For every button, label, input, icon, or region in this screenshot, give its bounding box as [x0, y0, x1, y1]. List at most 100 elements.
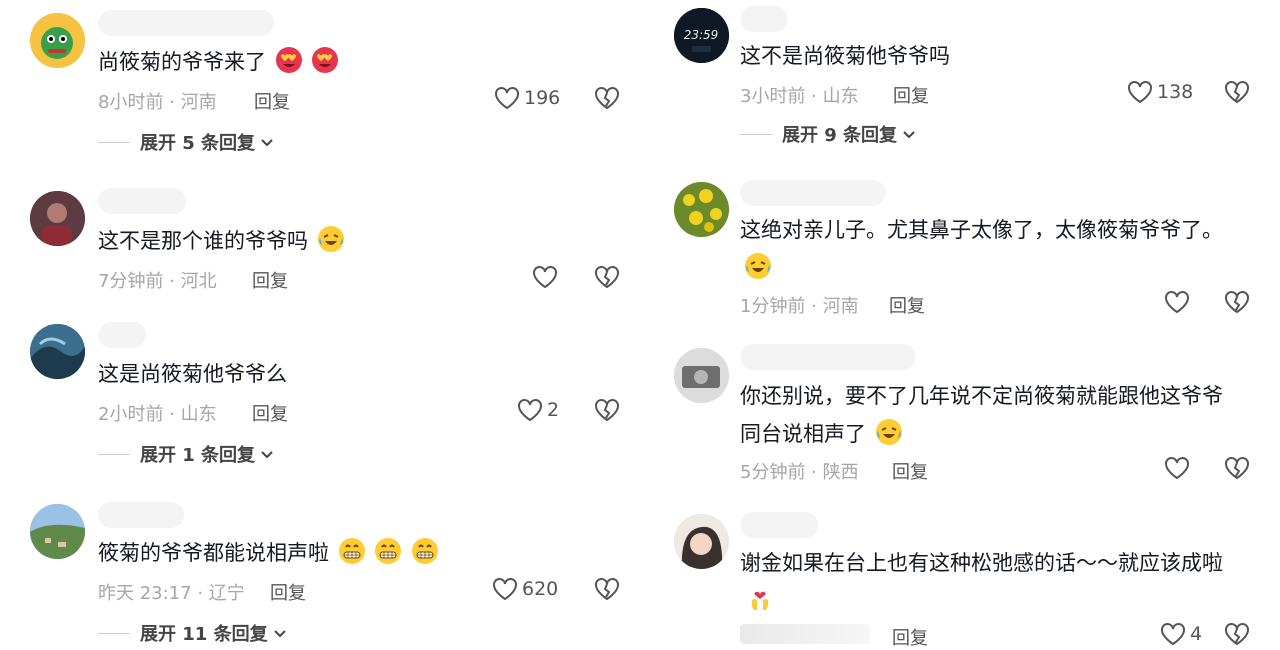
meta-separator: · — [163, 92, 181, 113]
expand-replies[interactable]: 展开 11 条回复 — [98, 620, 288, 646]
dislike-button[interactable] — [594, 86, 620, 110]
broken-heart-icon — [1225, 291, 1249, 314]
expand-replies[interactable]: 展开 9 条回复 — [740, 121, 917, 147]
meta-separator: · — [805, 296, 823, 317]
like-count: 620 — [522, 578, 559, 600]
like-count: 196 — [524, 87, 561, 109]
like-button[interactable] — [1164, 290, 1190, 314]
chevron-down-icon — [903, 131, 915, 139]
expand-replies[interactable]: 展开 5 条回复 — [98, 129, 275, 155]
avatar[interactable] — [30, 324, 85, 379]
avatar[interactable] — [30, 13, 85, 68]
broken-heart-icon — [1225, 457, 1249, 480]
heart-eyes-emoji — [312, 47, 339, 73]
avatar[interactable] — [674, 514, 729, 569]
grin-emoji — [338, 538, 365, 564]
like-count: 2 — [547, 399, 560, 421]
like-button[interactable] — [532, 265, 558, 289]
comment-time: 7分钟前 — [98, 271, 164, 292]
username[interactable] — [98, 502, 184, 528]
reply-button[interactable]: 回复 — [270, 579, 306, 605]
comment-meta: 8小时前 · 河南 — [98, 88, 217, 114]
expand-replies-label: 展开 11 条回复 — [140, 624, 268, 645]
heart-icon — [1165, 291, 1189, 314]
meta-separator: · — [191, 583, 209, 604]
avatar[interactable] — [674, 348, 729, 403]
comment-text: 你还别说，要不了几年说不定尚筱菊就能跟他这爷爷 — [740, 384, 1223, 408]
comment-text: 筱菊的爷爷都能说相声啦 — [98, 535, 439, 571]
comment-location: 河南 — [822, 296, 859, 317]
reply-button[interactable]: 回复 — [893, 82, 929, 108]
username[interactable] — [98, 10, 274, 36]
comment-emoji-line — [742, 252, 772, 280]
like-count: 4 — [1190, 623, 1203, 645]
username[interactable] — [98, 188, 186, 214]
like-button[interactable]: 196 — [494, 86, 560, 110]
avatar[interactable] — [30, 504, 85, 559]
comment-location: 辽宁 — [208, 583, 245, 604]
comment-location: 山东 — [180, 404, 217, 425]
reply-button[interactable]: 回复 — [252, 267, 288, 293]
grin-emoji — [412, 538, 439, 564]
reply-button[interactable]: 回复 — [889, 292, 925, 318]
comment-meta: 3小时前 · 山东 — [740, 82, 859, 108]
comment-location: 陕西 — [822, 462, 859, 483]
chevron-down-icon — [261, 139, 273, 147]
broken-heart-icon — [1225, 81, 1249, 104]
broken-heart-icon — [1225, 623, 1249, 646]
dislike-button[interactable] — [594, 577, 620, 601]
avatar-clock-text: 23:59 — [684, 28, 719, 42]
reply-button[interactable]: 回复 — [254, 88, 290, 114]
heart-eyes-emoji — [275, 47, 302, 73]
chevron-down-icon — [261, 451, 273, 459]
heart-icon — [1128, 81, 1152, 104]
username[interactable] — [98, 322, 146, 348]
comment-item: 这是尚筱菊他爷爷么 2小时前 · 山东 回复 2 展开 1 条回复 — [0, 318, 640, 478]
comment-location: 河南 — [180, 92, 217, 113]
comment-item: 23:59 这不是尚筱菊他爷爷吗 3小时前 · 山东 回复 138 展开 9 条… — [640, 0, 1280, 160]
comment-meta: 2小时前 · 山东 — [98, 400, 217, 426]
meta-separator: · — [163, 404, 181, 425]
reply-button[interactable]: 回复 — [252, 400, 288, 426]
comment-meta: 昨天 23:17 · 辽宁 — [98, 579, 245, 605]
divider — [98, 141, 130, 143]
divider — [98, 632, 130, 634]
dislike-button[interactable] — [594, 265, 620, 289]
like-button[interactable]: 2 — [517, 398, 559, 422]
avatar[interactable] — [674, 182, 729, 237]
like-button[interactable]: 138 — [1127, 80, 1193, 104]
comment-column-right: 23:59 这不是尚筱菊他爷爷吗 3小时前 · 山东 回复 138 展开 9 条… — [640, 0, 1280, 650]
username[interactable] — [740, 6, 788, 32]
comment-item: 尚筱菊的爷爷来了 8小时前 · 河南 回复 196 展开 5 条回复 — [0, 0, 640, 160]
comment-location: 河北 — [180, 271, 217, 292]
broken-heart-icon — [595, 87, 619, 110]
divider — [98, 453, 130, 455]
heart-icon — [1165, 457, 1189, 480]
username[interactable] — [740, 512, 818, 538]
comment-item: 筱菊的爷爷都能说相声啦 昨天 23:17 · 辽宁 回复 620 展开 11 条… — [0, 498, 640, 650]
avatar[interactable]: 23:59 — [674, 8, 729, 63]
reply-button[interactable]: 回复 — [892, 458, 928, 484]
meta-separator: · — [805, 86, 823, 107]
dislike-button[interactable] — [594, 398, 620, 422]
comment-location: 山东 — [822, 86, 859, 107]
divider — [740, 133, 772, 135]
heart-icon — [495, 87, 519, 110]
broken-heart-icon — [595, 266, 619, 289]
like-button[interactable]: 4 — [1160, 622, 1202, 646]
laugh-cry-emoji — [317, 226, 344, 252]
dislike-button[interactable] — [1224, 456, 1250, 480]
expand-replies[interactable]: 展开 1 条回复 — [98, 441, 275, 467]
avatar[interactable] — [30, 191, 85, 246]
comment-item: 你还别说，要不了几年说不定尚筱菊就能跟他这爷爷 同台说相声了 5分钟前 · 陕西… — [640, 342, 1280, 502]
dislike-button[interactable] — [1224, 290, 1250, 314]
like-button[interactable] — [1164, 456, 1190, 480]
username[interactable] — [740, 180, 886, 206]
reply-button[interactable]: 回复 — [892, 624, 928, 650]
like-button[interactable]: 620 — [492, 577, 558, 601]
dislike-button[interactable] — [1224, 622, 1250, 646]
comment-meta: 1分钟前 · 河南 — [740, 292, 859, 318]
dislike-button[interactable] — [1224, 80, 1250, 104]
username[interactable] — [740, 344, 916, 370]
comment-time: 昨天 23:17 — [98, 583, 192, 604]
